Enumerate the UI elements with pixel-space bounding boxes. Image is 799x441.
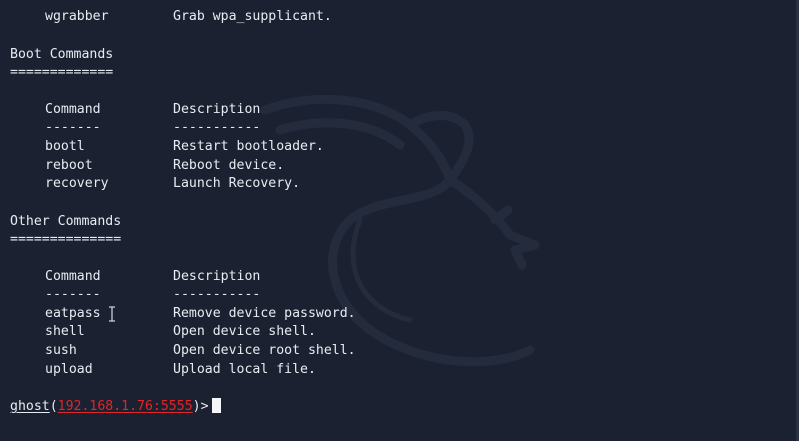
prompt-paren-open: ( xyxy=(49,399,58,414)
command-name: wgrabber xyxy=(45,9,109,24)
column-separator: ------- xyxy=(45,120,101,135)
column-header-description: Description xyxy=(173,269,261,284)
prompt-paren-close: )> xyxy=(192,399,209,414)
column-separator: ----------- xyxy=(173,287,261,302)
prompt-host: 192.168.1.76:5555 xyxy=(57,399,193,414)
shell-prompt[interactable]: ghost(192.168.1.76:5555)> xyxy=(10,398,221,416)
command-description: Open device shell. xyxy=(173,324,316,339)
column-separator: ----------- xyxy=(173,120,261,135)
command-name: recovery xyxy=(45,176,109,191)
command-name: reboot xyxy=(45,158,93,173)
command-name: bootl xyxy=(45,139,85,154)
section-underline: ============= xyxy=(10,65,114,80)
command-description: Reboot device. xyxy=(173,158,285,173)
command-description: Open device root shell. xyxy=(173,343,356,358)
command-name: sush xyxy=(45,343,77,358)
section-title-boot: Boot Commands xyxy=(10,47,114,62)
command-description: Launch Recovery. xyxy=(173,176,301,191)
prompt-user: ghost xyxy=(10,399,50,414)
terminal-window[interactable]: wgrabber Grab wpa_supplicant. Boot Comma… xyxy=(0,0,799,441)
command-description: Grab wpa_supplicant. xyxy=(173,9,332,24)
command-name: upload xyxy=(45,362,93,377)
command-description: Upload local file. xyxy=(173,362,316,377)
command-name: eatpass xyxy=(45,306,101,321)
column-header-command: Command xyxy=(45,102,101,117)
column-separator: ------- xyxy=(45,287,101,302)
section-underline: ============== xyxy=(10,232,122,247)
input-cursor[interactable] xyxy=(211,398,221,413)
text-cursor-icon xyxy=(109,306,115,322)
section-title-other: Other Commands xyxy=(10,214,122,229)
command-name: shell xyxy=(45,324,85,339)
command-description: Restart bootloader. xyxy=(173,139,324,154)
column-header-description: Description xyxy=(173,102,261,117)
command-description: Remove device password. xyxy=(173,306,356,321)
column-header-command: Command xyxy=(45,269,101,284)
